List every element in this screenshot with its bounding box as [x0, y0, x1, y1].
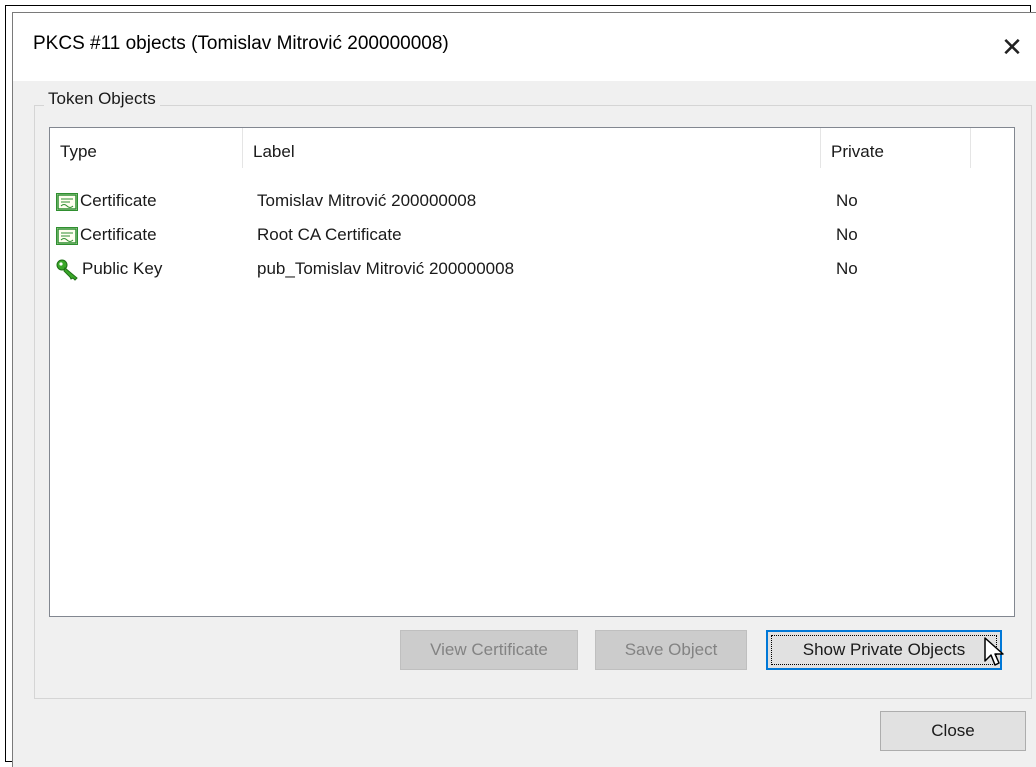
close-icon[interactable]: ✕	[992, 27, 1032, 67]
key-icon	[56, 259, 78, 281]
token-objects-list[interactable]: Type Label Private Certificate Tomislav …	[49, 127, 1015, 617]
column-header-label[interactable]: Label	[243, 128, 821, 168]
save-object-button[interactable]: Save Object	[595, 630, 747, 670]
certificate-icon	[56, 226, 78, 245]
row-label: Tomislav Mitrović 200000008	[257, 191, 477, 210]
column-header-private[interactable]: Private	[821, 128, 971, 168]
dialog-title: PKCS #11 objects (Tomislav Mitrović 2000…	[33, 33, 449, 54]
row-label: pub_Tomislav Mitrović 200000008	[257, 259, 515, 278]
row-private: No	[836, 225, 858, 244]
column-header-type[interactable]: Type	[50, 128, 243, 168]
focus-rectangle	[771, 635, 997, 665]
row-label: Root CA Certificate	[257, 225, 402, 244]
list-header: Type Label Private	[50, 128, 1014, 168]
close-button[interactable]: Close	[880, 711, 1026, 751]
show-private-objects-button[interactable]: Show Private Objects	[766, 630, 1002, 670]
row-private: No	[836, 191, 858, 210]
row-type: Public Key	[82, 259, 163, 278]
view-certificate-button[interactable]: View Certificate	[400, 630, 578, 670]
list-item[interactable]: Certificate Tomislav Mitrović 200000008 …	[50, 184, 1014, 218]
certificate-icon	[56, 192, 78, 211]
group-label: Token Objects	[44, 89, 160, 109]
row-private: No	[836, 259, 858, 278]
list-item[interactable]: Certificate Root CA Certificate No	[50, 218, 1014, 252]
pkcs11-objects-dialog: PKCS #11 objects (Tomislav Mitrović 2000…	[12, 12, 1036, 767]
row-type: Certificate	[80, 225, 157, 244]
mouse-pointer-icon	[984, 637, 1004, 666]
row-type: Certificate	[80, 191, 157, 210]
title-bar: PKCS #11 objects (Tomislav Mitrović 2000…	[13, 13, 1036, 81]
list-item[interactable]: Public Key pub_Tomislav Mitrović 2000000…	[50, 252, 1014, 286]
